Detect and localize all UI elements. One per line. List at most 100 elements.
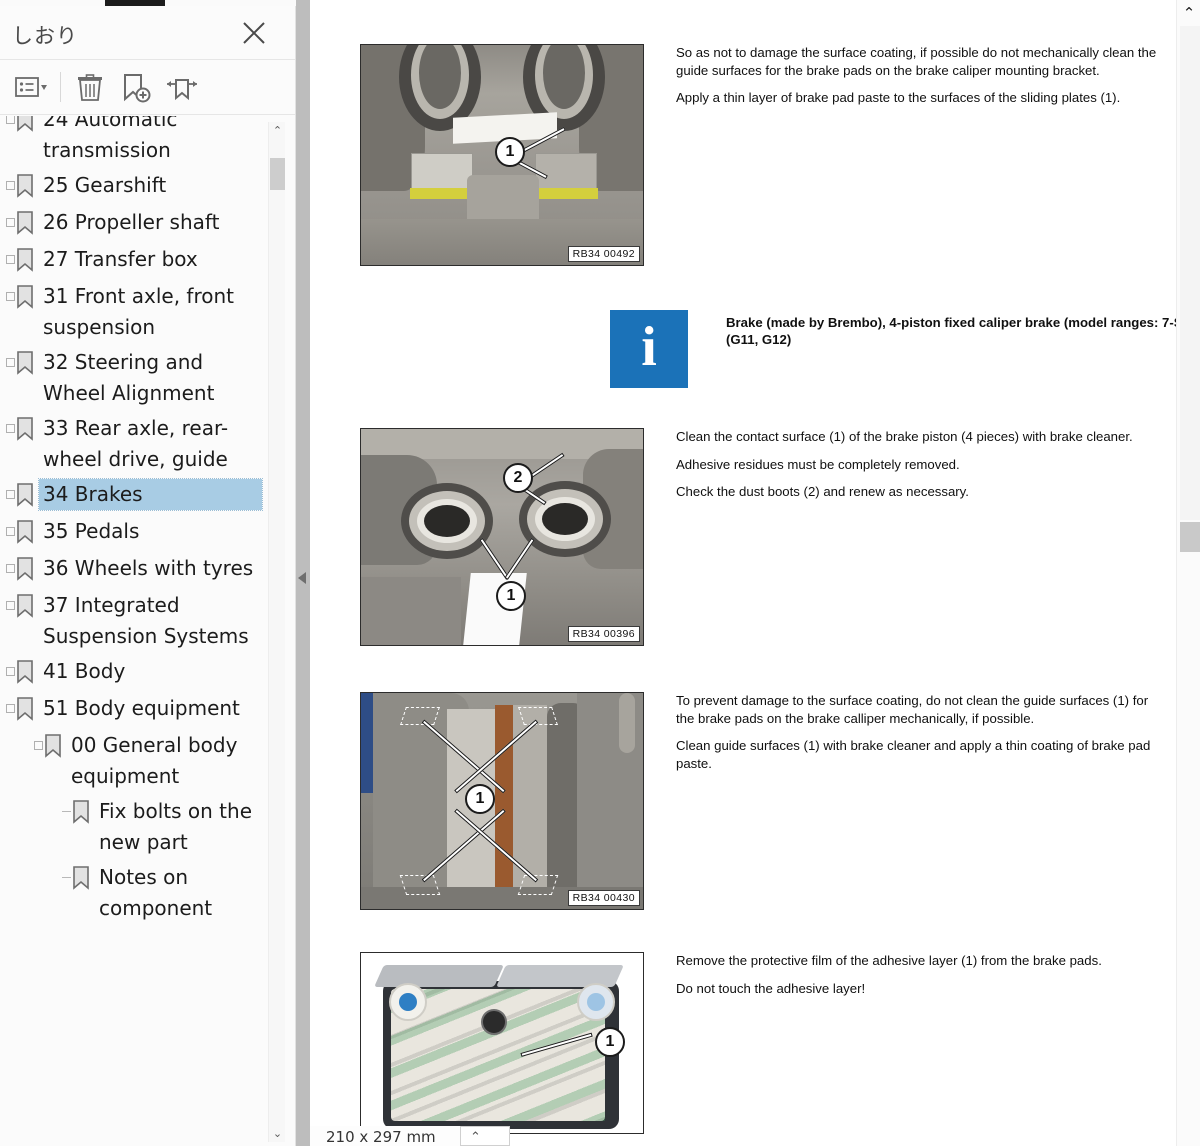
expand-toggle-icon[interactable] <box>6 667 15 676</box>
bookmark-icon <box>15 285 39 314</box>
expand-toggle-icon[interactable] <box>6 704 15 713</box>
figure-text-3: To prevent damage to the surface coating… <box>676 692 1166 772</box>
bookmark-icon <box>15 248 39 277</box>
expand-toggle-icon[interactable] <box>6 424 15 433</box>
bookmark-label: 36 Wheels with tyres <box>43 556 254 580</box>
figure-brake-pistons[interactable]: 2 1 RB34 00396 <box>360 428 644 646</box>
bookmark-label: 25 Gearshift <box>43 173 167 197</box>
bookmark-label: 24 Automatic transmission <box>43 116 178 162</box>
bookmark-panel: しおり 24 Automatic transmission 25 Gearshi… <box>0 6 296 1146</box>
bookmark-icon <box>15 594 39 623</box>
expand-toggle-icon[interactable] <box>6 218 15 227</box>
content-block-3: 1 RB34 00430 To prevent damage to the su… <box>360 692 1166 914</box>
scroll-up-icon[interactable]: ⌃ <box>269 122 286 139</box>
figure-callout: 1 <box>465 784 495 814</box>
bookmark-scrollbar[interactable]: ⌃ ⌄ <box>268 122 285 1142</box>
paragraph: Apply a thin layer of brake pad paste to… <box>676 90 1121 105</box>
figure-brake-pad-adhesive-film[interactable]: 1 <box>360 952 644 1134</box>
bookmark-item[interactable]: 35 Pedals <box>0 514 262 551</box>
bookmark-icon <box>71 866 95 895</box>
bookmark-label: 27 Transfer box <box>43 247 198 271</box>
expand-toggle-icon[interactable] <box>6 181 15 190</box>
scrollbar-thumb[interactable] <box>270 158 285 190</box>
figure-text-1: So as not to damage the surface coating,… <box>676 44 1166 107</box>
bookmark-label: 51 Body equipment <box>43 696 240 720</box>
bookmark-item[interactable]: 31 Front axle, front suspension <box>0 279 262 345</box>
scrollbar-thumb[interactable] <box>1180 522 1200 552</box>
bookmark-item[interactable]: 24 Automatic transmission <box>0 116 262 168</box>
trash-icon[interactable] <box>71 70 109 106</box>
info-glyph: i <box>641 316 657 378</box>
bookmark-item[interactable]: Fix bolts on the new part <box>0 794 262 860</box>
bookmark-icon <box>15 483 39 512</box>
bookmark-item[interactable]: 41 Body <box>0 654 262 691</box>
status-bar: 210 x 297 mm ⌃ <box>310 1126 510 1146</box>
bookmark-label: Fix bolts on the new part <box>99 799 252 854</box>
bookmark-item[interactable]: 36 Wheels with tyres <box>0 551 262 588</box>
bookmark-item[interactable]: 25 Gearshift <box>0 168 262 205</box>
bookmark-item[interactable]: 51 Body equipment <box>0 691 262 728</box>
scroll-down-icon[interactable]: ⌄ <box>269 1125 286 1142</box>
bookmark-label: 26 Propeller shaft <box>43 210 220 234</box>
bookmark-icon <box>43 734 67 763</box>
bookmark-item[interactable]: 32 Steering and Wheel Alignment <box>0 345 262 411</box>
expand-toggle-icon[interactable] <box>6 255 15 264</box>
chevron-icon[interactable]: ⌃ <box>470 1129 481 1145</box>
toolbar-separator <box>60 72 61 102</box>
bookmark-icon <box>15 351 39 380</box>
expand-toggle-icon[interactable] <box>6 292 15 301</box>
page-dimensions: 210 x 297 mm <box>326 1128 436 1146</box>
content-block-2: 2 1 RB34 00396 Clean the contact surface… <box>360 428 1166 650</box>
paragraph: So as not to damage the surface coating,… <box>676 45 1157 78</box>
bookmark-item[interactable]: 33 Rear axle, rear-wheel drive, guide <box>0 411 262 477</box>
expand-toggle-icon[interactable] <box>6 490 15 499</box>
expand-toggle-icon[interactable] <box>34 741 43 750</box>
bookmark-item[interactable]: 34 Brakes <box>0 477 263 514</box>
figure-callout: 1 <box>496 581 526 611</box>
bookmark-label: 32 Steering and Wheel Alignment <box>43 350 215 405</box>
list-options-icon[interactable] <box>8 70 56 106</box>
tree-connector <box>62 877 71 878</box>
bookmark-item[interactable]: 37 Integrated Suspension Systems <box>0 588 262 654</box>
paragraph: Adhesive residues must be completely rem… <box>676 456 960 472</box>
figure-calliper-guide-surfaces[interactable]: 1 RB34 00430 <box>360 692 644 910</box>
scroll-up-icon[interactable]: ⌃ <box>1177 2 1200 24</box>
content-block-4: 1 Remove the protective film of the adhe… <box>360 952 1166 1146</box>
bookmark-label: 00 General body equipment <box>71 733 238 788</box>
bookmark-icon <box>15 660 39 689</box>
content-block-note: i Brake (made by Brembo), 4-piston fixed… <box>360 310 1200 390</box>
expand-collapse-icon[interactable] <box>163 70 201 106</box>
expand-toggle-icon[interactable] <box>6 116 15 124</box>
expand-toggle-icon[interactable] <box>6 358 15 367</box>
bookmark-item[interactable]: 27 Transfer box <box>0 242 262 279</box>
new-bookmark-icon[interactable] <box>117 70 155 106</box>
bookmark-icon <box>15 417 39 446</box>
tree-connector <box>62 811 71 812</box>
close-icon[interactable] <box>239 18 269 48</box>
collapse-panel-icon[interactable] <box>297 568 309 588</box>
scrollbar-track[interactable] <box>1180 26 1200 520</box>
expand-toggle-icon[interactable] <box>6 601 15 610</box>
bookmark-tree-scroll-area[interactable]: 24 Automatic transmission 25 Gearshift 26 … <box>0 116 295 1146</box>
document-scrollbar[interactable]: ⌃ <box>1176 0 1200 1146</box>
bookmark-item[interactable]: Notes on component <box>0 860 262 926</box>
bookmark-label: 35 Pedals <box>43 519 140 543</box>
figure-id: RB34 00430 <box>567 890 640 906</box>
figure-id: RB34 00396 <box>567 626 640 642</box>
paragraph: To prevent damage to the surface coating… <box>676 693 1149 726</box>
bookmark-item[interactable]: 26 Propeller shaft <box>0 205 262 242</box>
bookmark-item[interactable]: 00 General body equipment <box>0 728 262 794</box>
status-chevron-box[interactable] <box>460 1126 510 1146</box>
panel-splitter[interactable] <box>296 0 310 1146</box>
bookmark-label: 31 Front axle, front suspension <box>43 284 234 339</box>
bookmark-icon <box>15 697 39 726</box>
figure-text-2: Clean the contact surface (1) of the bra… <box>676 428 1166 501</box>
figure-brake-caliper-bracket[interactable]: 1 RB34 00492 <box>360 44 644 266</box>
figure-id: RB34 00492 <box>567 246 640 262</box>
bookmark-label: 33 Rear axle, rear-wheel drive, guide <box>43 416 229 471</box>
document-viewer[interactable]: 1 RB34 00492 So as not to damage the sur… <box>310 0 1200 1146</box>
pdf-reader-window: しおり 24 Automatic transmission 25 Gearshi… <box>0 0 1200 1146</box>
expand-toggle-icon[interactable] <box>6 564 15 573</box>
expand-toggle-icon[interactable] <box>6 527 15 536</box>
bookmark-panel-title: しおり <box>12 24 78 48</box>
